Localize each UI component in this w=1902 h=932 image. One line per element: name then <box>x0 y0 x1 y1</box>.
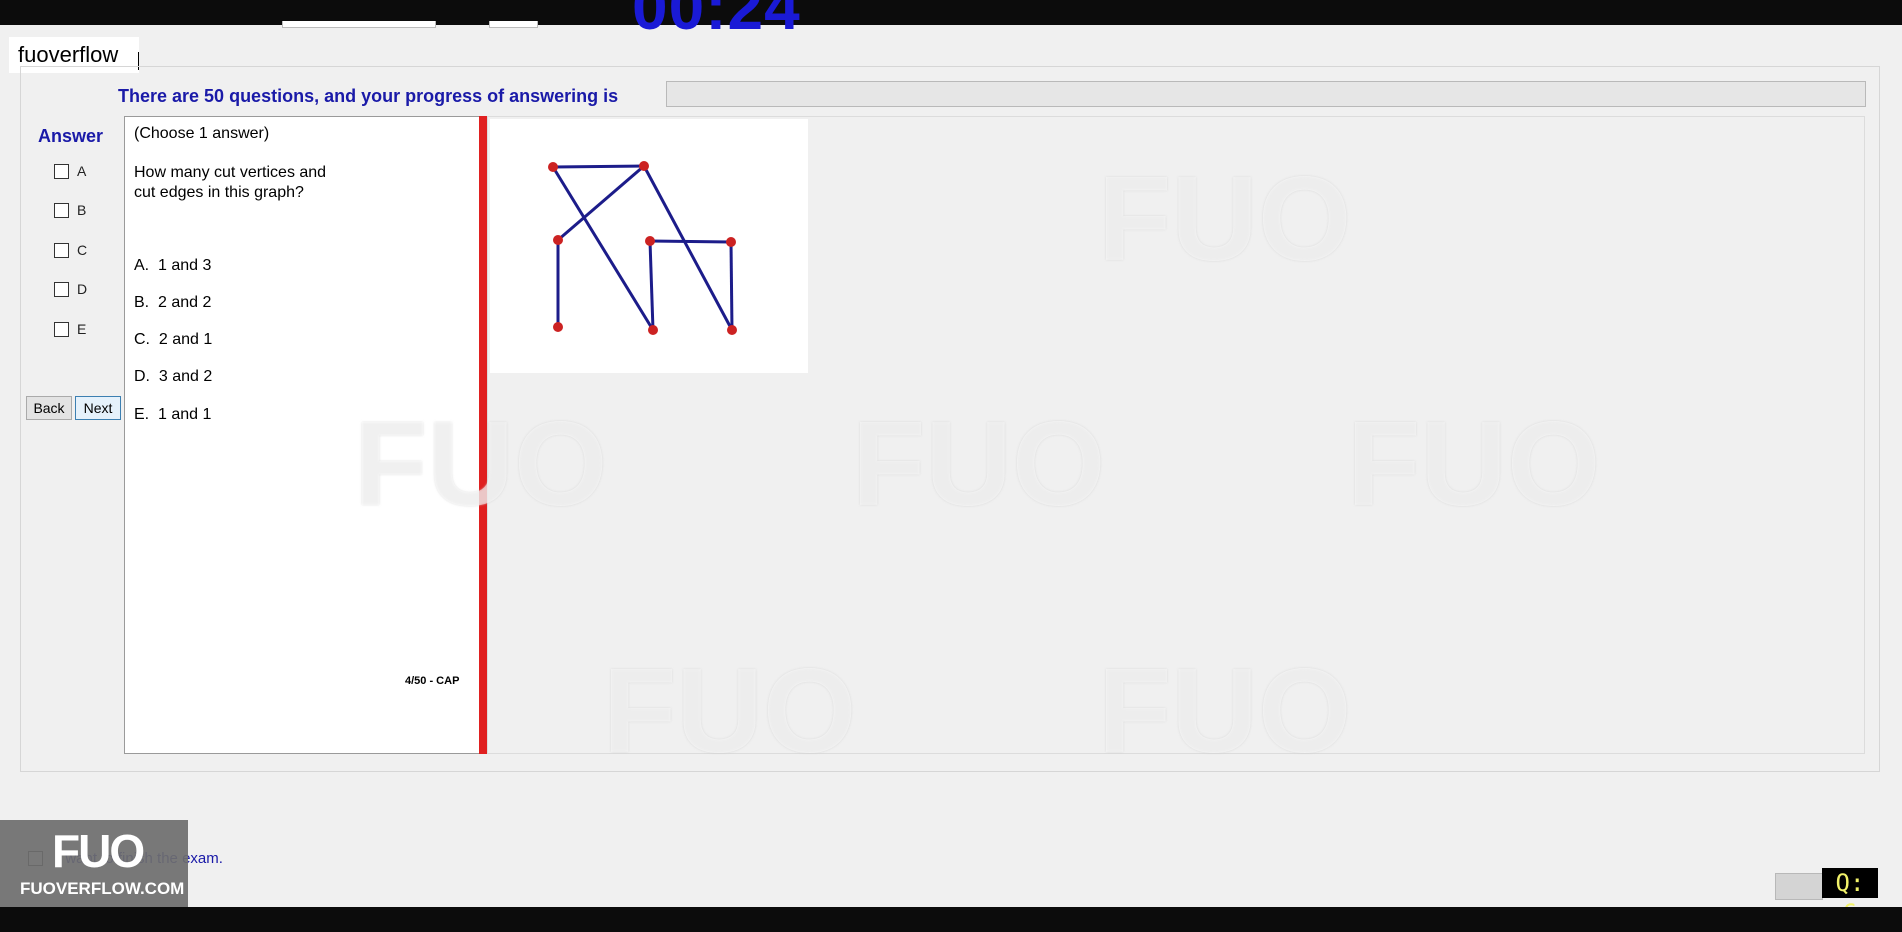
panel-divider[interactable] <box>479 116 487 754</box>
choice-text: 1 and 1 <box>158 406 212 423</box>
progress-bar <box>666 81 1866 107</box>
question-panel: (Choose 1 answer) How many cut vertices … <box>124 116 480 754</box>
fuoverflow-logo: FUO FUOVERFLOW.COM <box>0 820 188 907</box>
logo-text: FUOVERFLOW.COM <box>20 879 185 898</box>
graph-node <box>553 322 563 332</box>
choice-text: 2 and 1 <box>158 331 213 348</box>
choice-letter: C. <box>134 331 150 348</box>
next-button[interactable]: Next <box>75 396 121 420</box>
graph-edge <box>552 164 645 169</box>
graph-node <box>645 236 655 246</box>
checkbox[interactable] <box>54 281 69 297</box>
choice-c: C. 2 and 1 <box>134 331 212 349</box>
option-letter: E <box>77 321 87 337</box>
graph-node <box>727 325 737 335</box>
graph-node <box>639 161 649 171</box>
option-letter: B <box>77 202 87 218</box>
choice-letter: B. <box>134 294 150 311</box>
question-id: 4/50 - CAP <box>405 675 460 687</box>
question-counter: Q: 6 <box>1822 868 1878 927</box>
answer-option-c[interactable]: C <box>54 241 87 259</box>
counter-box <box>1775 873 1823 900</box>
checkbox[interactable] <box>54 202 69 218</box>
choice-e: E. 1 and 1 <box>134 406 211 424</box>
choice-a: A. 1 and 3 <box>134 257 211 275</box>
choice-letter: D. <box>134 368 150 385</box>
choice-letter: E. <box>134 406 150 423</box>
progress-label: There are 50 questions, and your progres… <box>118 86 619 106</box>
graph-edges <box>551 164 734 331</box>
answer-option-d[interactable]: D <box>54 280 87 298</box>
answer-option-e[interactable]: E <box>54 320 86 338</box>
question-graph-image <box>490 119 808 373</box>
choice-text: 2 and 2 <box>158 294 212 311</box>
bottom-letterbox-bar <box>0 907 1902 932</box>
back-button[interactable]: Back <box>26 396 72 420</box>
graph-nodes <box>548 161 737 335</box>
checkbox[interactable] <box>54 242 69 258</box>
answer-title: Answer <box>38 126 104 146</box>
graph-edge <box>649 239 732 244</box>
choice-text: 1 and 3 <box>158 257 212 274</box>
graph-edge <box>642 165 734 331</box>
choice-letter: A. <box>134 257 150 274</box>
choice-b: B. 2 and 2 <box>134 294 211 312</box>
question-text: How many cut vertices and cut edges in t… <box>134 164 327 201</box>
checkbox[interactable] <box>54 321 69 337</box>
question-instruction: (Choose 1 answer) <box>134 125 270 142</box>
checkbox[interactable] <box>54 163 69 179</box>
graph-edge <box>729 241 734 331</box>
choice-d: D. 3 and 2 <box>134 368 212 386</box>
graph-edge <box>648 240 655 331</box>
logo-mark: FUO <box>52 825 145 877</box>
option-letter: C <box>77 242 88 258</box>
choice-text: 3 and 2 <box>158 368 213 385</box>
graph-node <box>648 325 658 335</box>
graph-node <box>548 162 558 172</box>
option-letter: A <box>77 163 87 179</box>
graph-node <box>553 235 563 245</box>
answer-option-b[interactable]: B <box>54 201 86 219</box>
graph-edge <box>551 166 655 331</box>
graph-edge <box>557 164 645 242</box>
option-letter: D <box>77 281 88 297</box>
answer-option-a[interactable]: A <box>54 162 86 180</box>
graph-node <box>726 237 736 247</box>
